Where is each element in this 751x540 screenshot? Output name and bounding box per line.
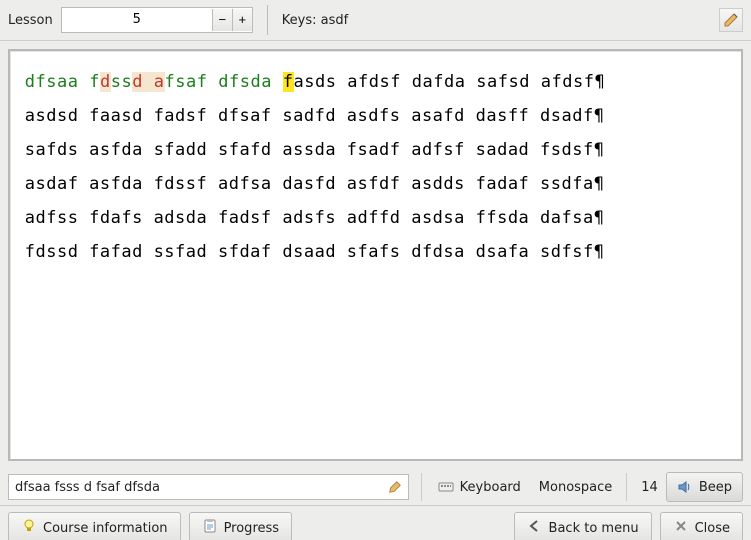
keyboard-icon xyxy=(438,479,454,495)
progress-button[interactable]: Progress xyxy=(189,512,292,540)
keys-label: Keys: asdf xyxy=(282,13,348,28)
speaker-icon xyxy=(677,479,693,495)
back-arrow-icon xyxy=(527,518,543,538)
lesson-text-area[interactable]: dfsaa fdssd afsaf dfsda fasds afdsf dafd… xyxy=(8,49,743,461)
bottom-bar: Course information Progress Back to menu… xyxy=(0,505,751,540)
toolbar-separator xyxy=(267,5,268,35)
broom-icon xyxy=(388,480,402,494)
pencil-icon xyxy=(723,12,739,28)
font-name-label[interactable]: Monospace xyxy=(531,469,621,505)
progress-label: Progress xyxy=(224,521,279,536)
edit-lesson-button[interactable] xyxy=(719,8,743,32)
keyboard-toggle-button[interactable]: Keyboard xyxy=(428,469,531,505)
font-size-label[interactable]: 14 xyxy=(633,469,666,505)
lesson-label: Lesson xyxy=(8,13,53,28)
beep-toggle-button[interactable]: Beep xyxy=(666,472,743,502)
lightbulb-icon xyxy=(21,518,37,538)
lesson-number-input[interactable] xyxy=(62,9,212,31)
lesson-decrement-button[interactable]: − xyxy=(212,9,232,31)
lesson-line: asdsd faasd fadsf dfsaf sadfd asdfs asaf… xyxy=(14,99,737,133)
keyboard-label: Keyboard xyxy=(460,480,521,495)
lesson-line: adfss fdafs adsda fadsf adsfs adffd asds… xyxy=(14,201,737,235)
status-separator xyxy=(421,473,422,501)
status-separator-2 xyxy=(626,473,627,501)
back-to-menu-button[interactable]: Back to menu xyxy=(514,512,652,540)
lesson-line: safds asfda sfadd sfafd assda fsadf adfs… xyxy=(14,133,737,167)
lesson-spinner: − + xyxy=(61,7,253,33)
course-information-button[interactable]: Course information xyxy=(8,512,181,540)
course-information-label: Course information xyxy=(43,521,168,536)
lesson-line: fdssd fafad ssfad sfdaf dsaad sfafs dfds… xyxy=(14,235,737,269)
clear-typed-button[interactable] xyxy=(388,480,402,494)
close-label: Close xyxy=(695,521,730,536)
top-toolbar: Lesson − + Keys: asdf xyxy=(0,0,751,41)
close-button[interactable]: Close xyxy=(660,512,743,540)
typed-text: dfsaa fsss d fsaf dfsda xyxy=(15,480,160,495)
lesson-line: asdaf asfda fdssf adfsa dasfd asfdf asdd… xyxy=(14,167,737,201)
clipboard-icon xyxy=(202,518,218,538)
status-bar: dfsaa fsss d fsaf dfsda Keyboard Monospa… xyxy=(0,469,751,505)
beep-label: Beep xyxy=(699,480,732,495)
close-icon xyxy=(673,518,689,538)
typed-input[interactable]: dfsaa fsss d fsaf dfsda xyxy=(8,474,409,500)
lesson-increment-button[interactable]: + xyxy=(232,9,252,31)
lesson-line: dfsaa fdssd afsaf dfsda fasds afdsf dafd… xyxy=(14,65,737,99)
back-to-menu-label: Back to menu xyxy=(549,521,639,536)
